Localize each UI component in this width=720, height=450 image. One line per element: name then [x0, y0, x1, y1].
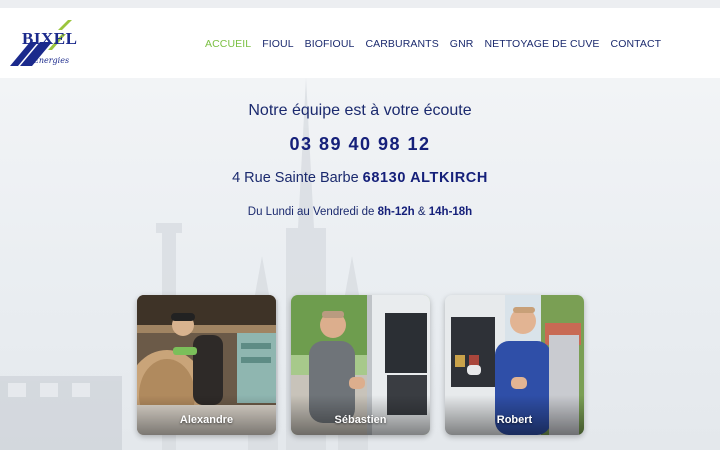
nav-biofioul[interactable]: BIOFIOUL [305, 38, 355, 50]
site-header: BIXEL Energies ACCUEIL FIOUL BIOFIOUL CA… [0, 8, 720, 78]
nav-contact[interactable]: CONTACT [611, 38, 662, 50]
team-card-robert[interactable]: Robert [445, 295, 584, 435]
logo-name: BIXEL [22, 29, 78, 48]
nav-fioul[interactable]: FIOUL [262, 38, 293, 50]
team-name-sebastien: Sébastien [334, 414, 387, 426]
team-card-alexandre[interactable]: Alexandre [137, 295, 276, 435]
hours-afternoon: 14h-18h [428, 206, 473, 218]
team-card-sebastien[interactable]: Sébastien [291, 295, 430, 435]
hours-morning: 8h-12h [377, 206, 415, 218]
hero-section: Notre équipe est à votre écoute 03 89 40… [0, 78, 720, 450]
main-nav: ACCUEIL FIOUL BIOFIOUL CARBURANTS GNR NE… [205, 38, 672, 50]
hours-prefix: Du Lundi au Vendredi de [247, 206, 375, 218]
team-name-alexandre: Alexandre [179, 414, 234, 426]
nav-accueil[interactable]: ACCUEIL [205, 38, 251, 50]
phone-number[interactable]: 03 89 40 98 12 [0, 134, 720, 155]
nav-nettoyage-de-cuve[interactable]: NETTOYAGE DE CUVE [484, 38, 599, 50]
hero-heading: Notre équipe est à votre écoute [248, 102, 472, 119]
nav-carburants[interactable]: CARBURANTS [365, 38, 438, 50]
top-strip [0, 0, 720, 8]
logo-tagline: Energies [33, 56, 70, 65]
address-street: 4 Rue Sainte Barbe [232, 170, 359, 186]
address: 4 Rue Sainte Barbe 68130 ALTKIRCH [0, 170, 720, 186]
team-name-robert: Robert [496, 414, 533, 426]
opening-hours: Du Lundi au Vendredi de 8h-12h & 14h-18h [0, 206, 720, 218]
hours-and: & [417, 206, 426, 218]
address-city: 68130 ALTKIRCH [362, 170, 488, 186]
nav-gnr[interactable]: GNR [450, 38, 474, 50]
bixel-logo[interactable]: BIXEL Energies [8, 20, 78, 70]
